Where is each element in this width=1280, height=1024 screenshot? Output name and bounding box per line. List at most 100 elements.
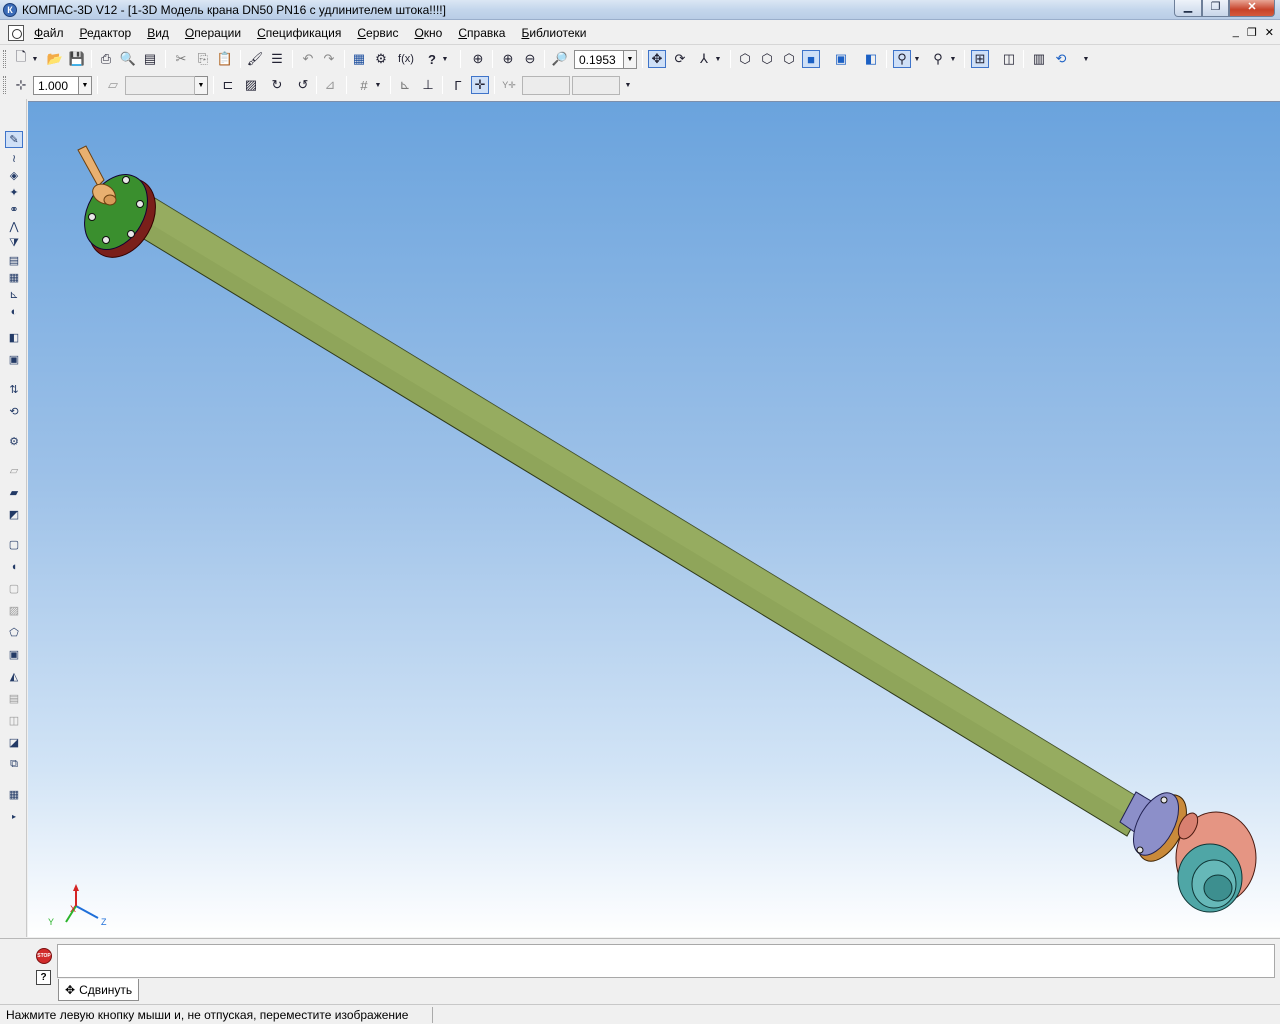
copy-components-icon[interactable]: ⧉ xyxy=(5,756,23,773)
trace-icon[interactable]: ⚲ xyxy=(929,50,947,68)
layer-field[interactable] xyxy=(125,76,195,95)
help-dropdown-icon[interactable]: ▼ xyxy=(440,50,450,68)
new-document-icon[interactable]: 🗋 xyxy=(12,49,30,68)
zoom-window-icon[interactable]: ⊕ xyxy=(469,50,487,68)
grid-icon[interactable]: # xyxy=(355,76,373,94)
undo-icon[interactable]: ↶ xyxy=(299,50,317,68)
layer-dropdown-icon[interactable]: ▼ xyxy=(195,76,208,95)
snap-angle-icon[interactable]: ⊥ xyxy=(419,76,437,94)
surfaces-icon[interactable]: ◈ xyxy=(5,167,23,184)
fillet-icon[interactable]: ◖ xyxy=(5,558,23,575)
diagnostics-icon[interactable]: ◐ xyxy=(5,303,23,320)
wireframe-icon[interactable]: ⬡ xyxy=(736,50,754,68)
paste-icon[interactable]: 📋 xyxy=(216,50,234,68)
reports-icon[interactable]: ▦ xyxy=(5,269,23,286)
context-help-icon[interactable]: ? xyxy=(423,50,441,68)
doc-restore-icon[interactable]: ❐ xyxy=(1247,26,1257,39)
zoom-value-field[interactable]: 0.1953 xyxy=(574,50,624,69)
toolbar-grip[interactable] xyxy=(3,76,6,94)
shell-icon[interactable]: ▢ xyxy=(5,580,23,597)
minimize-button[interactable]: ▁ xyxy=(1174,0,1202,17)
filter-dropdown-icon[interactable]: ▼ xyxy=(912,50,922,68)
doc-minimize-icon[interactable]: _ xyxy=(1233,26,1239,39)
scale-field[interactable]: 1.000 xyxy=(33,76,79,95)
pan-icon[interactable]: ✥ xyxy=(648,50,666,68)
cube-icon[interactable]: ▣ xyxy=(5,646,23,663)
tab-pan[interactable]: ✥ Сдвинуть xyxy=(58,979,140,1001)
zoom-scale-icon[interactable]: 🔎 xyxy=(551,50,569,68)
toolbar-grip[interactable] xyxy=(3,50,6,68)
thin-hidden-lines-icon[interactable]: ⬡ xyxy=(780,50,798,68)
zoom-in-icon[interactable]: ⊕ xyxy=(499,50,517,68)
create-component-icon[interactable]: ▣ xyxy=(5,351,23,368)
snaps-icon[interactable]: ✛ xyxy=(471,76,489,94)
menu-file[interactable]: Файл xyxy=(34,26,64,40)
menu-window[interactable]: Окно xyxy=(414,26,442,40)
edit-assembly-icon[interactable]: ✎ xyxy=(5,131,23,148)
manager-icon[interactable]: ▦ xyxy=(350,50,368,68)
grid-dropdown-icon[interactable]: ▼ xyxy=(373,76,383,94)
rotate-component-icon[interactable]: ⟲ xyxy=(5,403,23,420)
menu-specification[interactable]: Спецификация xyxy=(257,26,341,40)
properties-field[interactable] xyxy=(57,944,1275,978)
arrays-icon[interactable]: ✦ xyxy=(5,184,23,201)
valve-handle[interactable] xyxy=(77,145,105,187)
menu-service[interactable]: Сервис xyxy=(357,26,398,40)
properties-panel-icon[interactable]: ▥ xyxy=(1030,50,1048,68)
menu-help[interactable]: Справка xyxy=(458,26,505,40)
redo-icon[interactable]: ↷ xyxy=(320,50,338,68)
move-component-icon[interactable]: ⇅ xyxy=(5,381,23,398)
sketch-icon[interactable]: ↻ xyxy=(268,76,286,94)
refresh-icon[interactable]: ⟲ xyxy=(1052,50,1070,68)
maximize-button[interactable]: ❐ xyxy=(1202,0,1229,17)
menu-view[interactable]: Вид xyxy=(147,26,169,40)
scale-dropdown-icon[interactable]: ▼ xyxy=(79,76,92,95)
new-dropdown-icon[interactable]: ▼ xyxy=(30,50,40,68)
zoom-dropdown-icon[interactable]: ▼ xyxy=(624,50,637,69)
page-setup-icon[interactable]: ▤ xyxy=(141,50,159,68)
layer-icon[interactable]: ▱ xyxy=(104,76,122,94)
zoom-out-icon[interactable]: ⊖ xyxy=(521,50,539,68)
boss-extrude-icon[interactable]: ▰ xyxy=(5,484,23,501)
document-icon[interactable] xyxy=(8,25,24,41)
orientation-dropdown-icon[interactable]: ▼ xyxy=(713,50,723,68)
specification-icon[interactable]: ▤ xyxy=(5,252,23,269)
add-component-icon[interactable]: ◧ xyxy=(5,329,23,346)
print-preview-icon[interactable]: 🔍 xyxy=(119,50,137,68)
extrude-icon[interactable]: ▱ xyxy=(5,462,23,479)
menu-libraries[interactable]: Библиотеки xyxy=(521,26,586,40)
mates-icon[interactable]: ⚭ xyxy=(5,201,23,218)
more-tools-icon[interactable]: ▸ xyxy=(5,808,23,825)
save-icon[interactable]: 💾 xyxy=(68,50,86,68)
hidden-lines-icon[interactable]: ⬡ xyxy=(758,50,776,68)
aux-geometry-icon[interactable]: ⋀ xyxy=(5,218,23,235)
library-manager-icon[interactable]: ⚙ xyxy=(372,50,390,68)
close-button[interactable]: ✕ xyxy=(1229,0,1275,17)
cut-extrude-icon[interactable]: ◩ xyxy=(5,506,23,523)
properties-icon[interactable]: ▦ xyxy=(5,786,23,803)
halftone-icon[interactable]: ■ xyxy=(802,50,820,68)
kompas-logo-icon[interactable]: К xyxy=(3,3,17,17)
rotate-icon[interactable]: ⟳ xyxy=(671,50,689,68)
parametric-icon[interactable]: ⊿ xyxy=(321,76,339,94)
layers-icon[interactable]: ◫ xyxy=(1000,50,1018,68)
chamfer-icon[interactable]: ⬠ xyxy=(5,624,23,641)
cursor-y-field[interactable] xyxy=(572,76,620,95)
trace-dropdown-icon[interactable]: ▼ xyxy=(948,50,958,68)
halftone-contours-icon[interactable]: ▣ xyxy=(832,50,850,68)
menu-editor[interactable]: Редактор xyxy=(80,26,132,40)
doc-close-icon[interactable]: ✕ xyxy=(1265,26,1274,39)
tree-icon[interactable]: ⊞ xyxy=(971,50,989,68)
scale-icon[interactable]: ⊹ xyxy=(12,76,30,94)
properties-list-icon[interactable]: ☰ xyxy=(268,50,286,68)
section-icon[interactable]: ◭ xyxy=(5,668,23,685)
cursor-x-field[interactable] xyxy=(522,76,570,95)
toolbar-options-icon[interactable]: ▼ xyxy=(1080,50,1092,68)
interference-icon[interactable]: ◪ xyxy=(5,734,23,751)
rib-icon[interactable]: ▨ xyxy=(5,602,23,619)
perspective-icon[interactable]: ◧ xyxy=(862,50,880,68)
filter-icon[interactable]: ⧩ xyxy=(5,235,23,252)
help-icon[interactable]: ? xyxy=(36,970,51,985)
cut-icon[interactable]: ✂ xyxy=(172,50,190,68)
open-folder-icon[interactable]: 📂 xyxy=(46,50,64,68)
